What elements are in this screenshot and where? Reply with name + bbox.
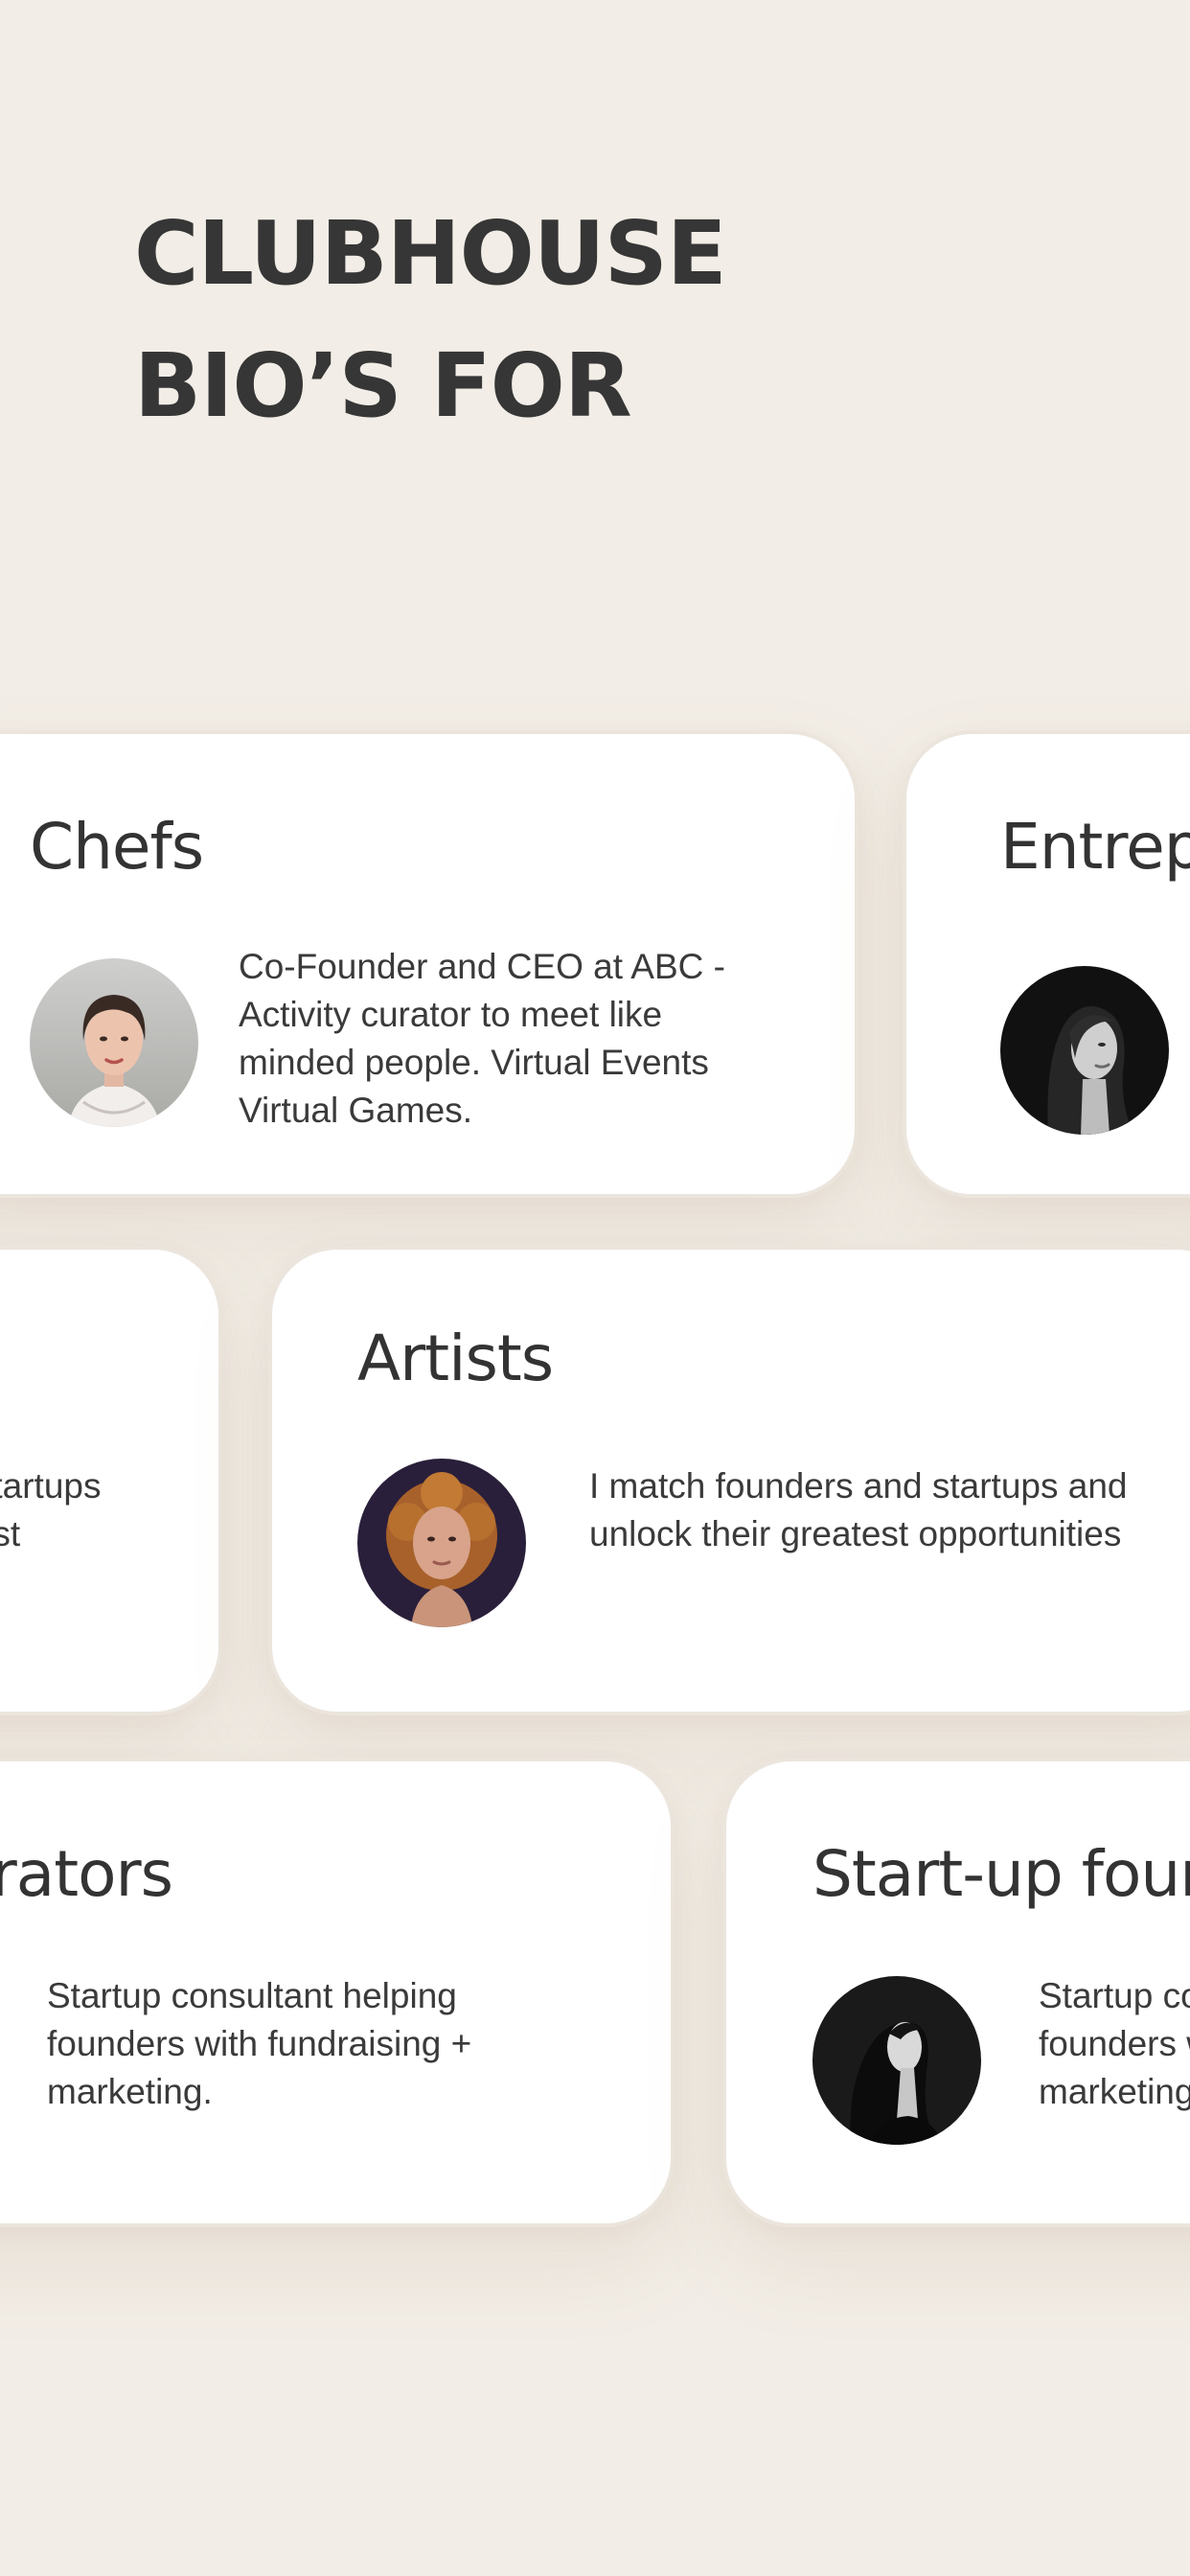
portrait-woman-icon	[30, 958, 198, 1127]
card-bio: Co-Founder and CEO at ABC - Activity cur…	[239, 947, 725, 1130]
page: CLUBHOUSE BIO’S FOR Chefs Co-Founder and…	[0, 0, 1190, 2576]
portrait-woman-bw-icon	[1000, 966, 1169, 1135]
bio-card-partial-left[interactable]: I match founders and startups and unlock…	[0, 1246, 222, 1715]
card-title: Start-up founders	[812, 1837, 1190, 1911]
card-title: Entrepreneurs	[1000, 810, 1190, 884]
card-title: Chefs	[30, 810, 204, 884]
avatar	[30, 958, 198, 1127]
page-heading: CLUBHOUSE BIO’S FOR	[134, 188, 727, 452]
avatar	[357, 1459, 526, 1627]
card-bio: I match founders and startups and unlock…	[589, 1466, 1128, 1553]
bio-card-chefs[interactable]: Chefs Co-Founder and CEO at ABC - Activi…	[0, 730, 858, 1198]
avatar	[812, 1976, 981, 2145]
bio-card-operators[interactable]: Operators Startup consultant helping fou…	[0, 1758, 675, 2227]
bio-card-entrepreneurs[interactable]: Entrepreneurs	[903, 730, 1190, 1198]
card-bio: Startup consultant helping founders with…	[1039, 1976, 1190, 2111]
card-bio: I match founders and startups and unlock…	[0, 1466, 102, 1553]
card-title: Artists	[357, 1322, 554, 1395]
bio-card-startup-founders[interactable]: Start-up founders Startup consultant hel…	[722, 1758, 1190, 2227]
card-title: Operators	[0, 1837, 173, 1911]
heading-line-1: CLUBHOUSE	[134, 202, 727, 305]
portrait-woman-curly-hair-icon	[357, 1459, 526, 1627]
card-bio: Startup consultant helping founders with…	[47, 1976, 472, 2111]
bio-card-artists[interactable]: Artists I match founders and startups an…	[268, 1246, 1190, 1715]
avatar	[1000, 966, 1169, 1135]
portrait-woman-profile-bw-icon	[812, 1976, 981, 2145]
heading-line-2: BIO’S FOR	[134, 334, 632, 437]
